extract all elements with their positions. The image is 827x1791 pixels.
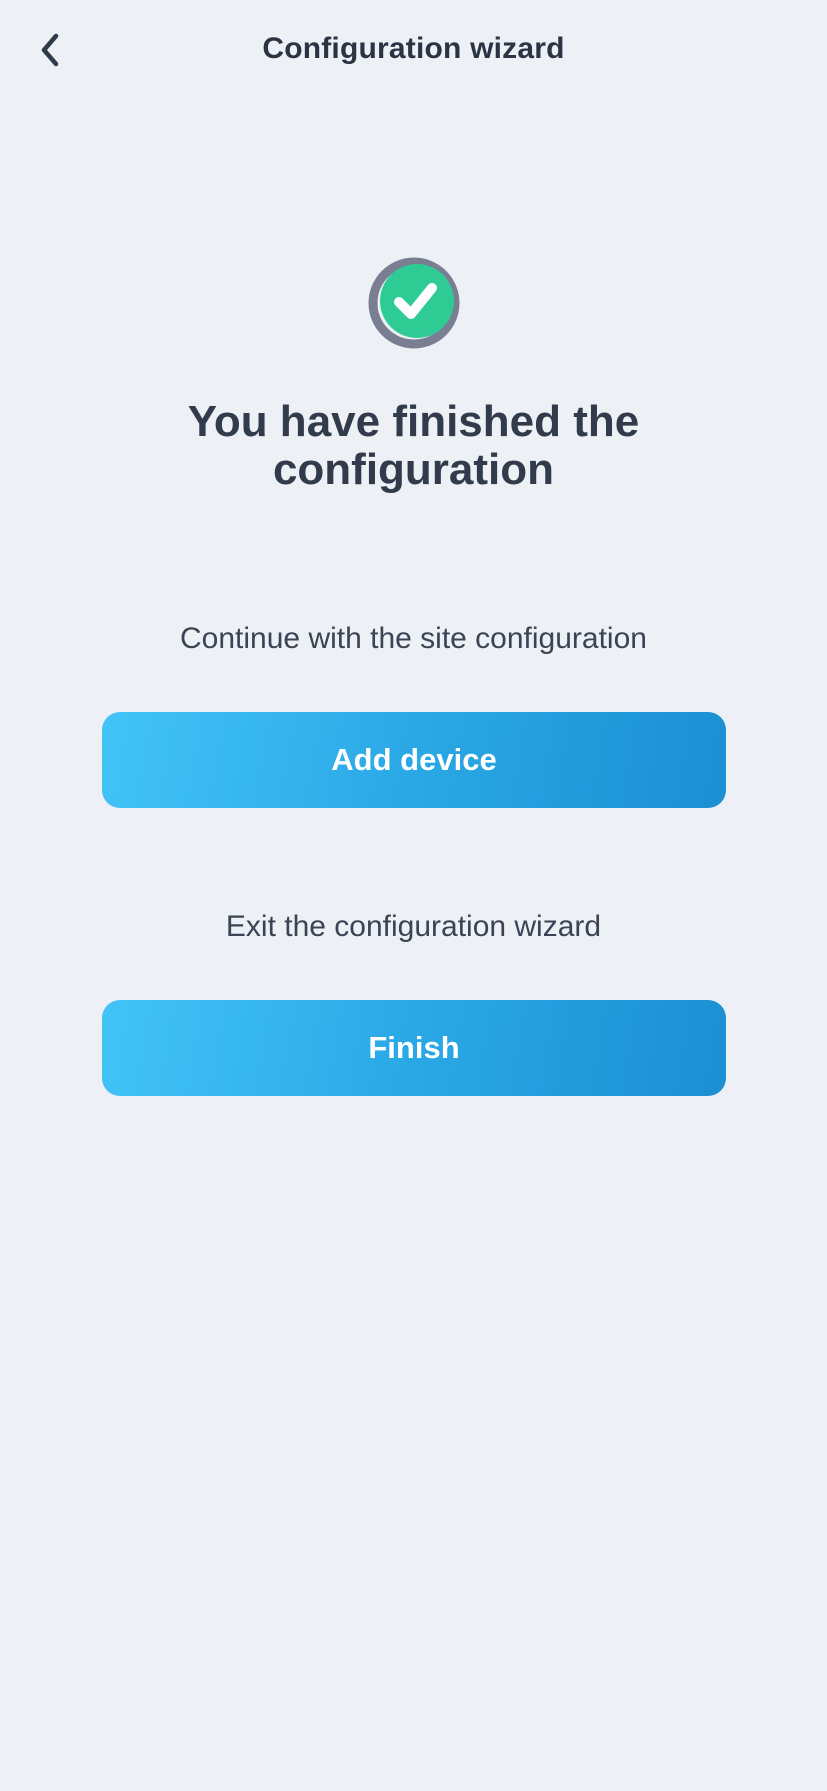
page-title: Configuration wizard: [262, 32, 565, 65]
finish-label: Finish: [368, 1030, 460, 1065]
exit-prompt: Exit the configuration wizard: [225, 910, 602, 943]
check-circle-icon: [366, 255, 462, 351]
completion-headline: You have finished the configuration: [187, 397, 640, 494]
add-device-button[interactable]: Add device: [102, 712, 726, 808]
add-device-label: Add device: [331, 742, 497, 777]
finish-button[interactable]: Finish: [102, 1000, 726, 1096]
continue-prompt: Continue with the site configuration: [180, 622, 647, 655]
header: Configuration wizard: [0, 0, 827, 104]
